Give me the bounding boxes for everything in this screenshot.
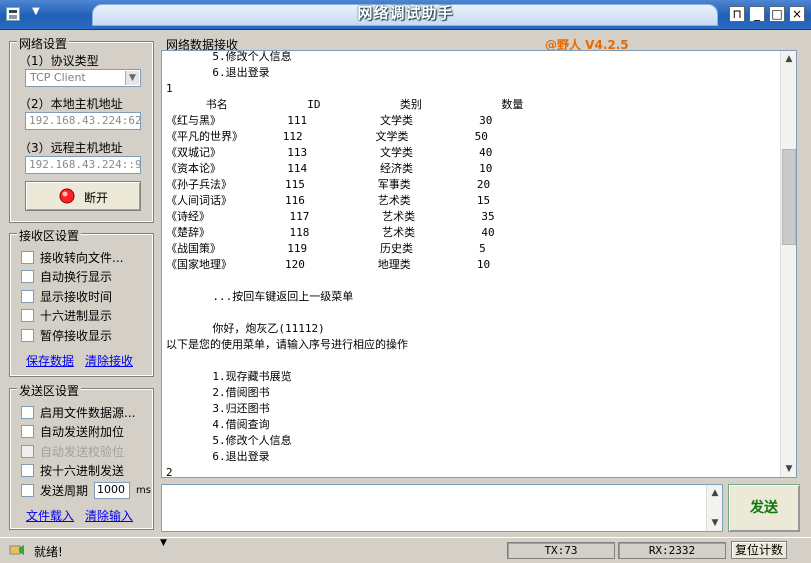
recv-option-pause[interactable]: 暂停接收显示	[21, 327, 112, 344]
period-unit: ms	[136, 485, 151, 496]
checkbox[interactable]	[21, 329, 34, 342]
option-label: 发送周期	[40, 484, 89, 498]
checkbox[interactable]	[21, 464, 34, 477]
checkbox	[21, 445, 34, 458]
status-bar: 就绪! ▼ TX:73 RX:2332 复位计数	[0, 537, 811, 563]
window-title: 网络调试助手	[357, 4, 454, 22]
protocol-value: TCP Client	[30, 71, 86, 84]
send-option-hex[interactable]: 按十六进制发送	[21, 462, 124, 479]
rx-counter: RX:2332	[618, 542, 726, 559]
option-label: 自动发送校验位	[40, 445, 125, 459]
local-address-label: （2）本地主机地址	[19, 97, 123, 111]
period-field[interactable]: 1000	[94, 482, 131, 499]
option-label: 自动换行显示	[40, 270, 113, 284]
checkbox[interactable]	[21, 309, 34, 322]
disconnect-button[interactable]: 断开	[25, 181, 141, 211]
option-label: 启用文件数据源...	[40, 406, 136, 420]
save-data-link[interactable]: 保存数据	[26, 352, 74, 369]
option-label: 显示接收时间	[40, 290, 113, 304]
pin-button[interactable]: ⊓	[729, 6, 745, 22]
protocol-label: （1）协议类型	[19, 54, 99, 68]
send-settings-title: 发送区设置	[17, 382, 82, 399]
option-label: 接收转向文件...	[40, 251, 124, 265]
checkbox[interactable]	[21, 251, 34, 264]
recv-option-to-file[interactable]: 接收转向文件...	[21, 249, 123, 266]
maximize-button[interactable]: □	[769, 6, 785, 22]
send-option-period[interactable]: 发送周期 1000 ms	[21, 482, 151, 499]
status-text: 就绪!	[34, 545, 63, 559]
remote-address-field[interactable]: 192.168.43.224::9700	[25, 156, 141, 174]
recv-option-auto-wrap[interactable]: 自动换行显示	[21, 268, 112, 285]
send-settings-group: 发送区设置 启用文件数据源... 自动发送附加位 自动发送校验位 按十六进制发送…	[9, 382, 154, 530]
chevron-down-icon[interactable]: ▼	[160, 538, 167, 548]
receive-scrollbar[interactable]: ▲ ▼	[780, 51, 796, 477]
option-label: 按十六进制发送	[40, 464, 125, 478]
send-option-checksum: 自动发送校验位	[21, 443, 124, 460]
checkbox[interactable]	[21, 290, 34, 303]
option-label: 自动发送附加位	[40, 425, 125, 439]
tx-counter: TX:73	[507, 542, 615, 559]
connection-status-icon	[59, 188, 75, 204]
send-textarea[interactable]: ▲ ▼	[161, 484, 723, 532]
option-label: 暂停接收显示	[40, 329, 113, 343]
scroll-up-icon[interactable]: ▲	[781, 51, 796, 67]
send-button[interactable]: 发送	[728, 484, 800, 532]
clear-input-link[interactable]: 清除输入	[85, 507, 133, 524]
load-file-link[interactable]: 文件载入	[26, 507, 74, 524]
scroll-thumb[interactable]	[782, 149, 796, 245]
scroll-down-icon[interactable]: ▼	[781, 461, 796, 477]
receive-settings-group: 接收区设置 接收转向文件... 自动换行显示 显示接收时间 十六进制显示 暂停接…	[9, 227, 154, 377]
network-settings-group: 网络设置 （1）协议类型 TCP Client ▼ （2）本地主机地址 192.…	[9, 35, 154, 223]
protocol-select[interactable]: TCP Client ▼	[25, 69, 141, 87]
local-address-field[interactable]: 192.168.43.224:62579	[25, 112, 141, 130]
checkbox[interactable]	[21, 425, 34, 438]
recv-option-show-time[interactable]: 显示接收时间	[21, 288, 112, 305]
receive-textarea[interactable]: 5.修改个人信息 6.退出登录 1 书名 ID 类别 数量 《红与黑》 111 …	[161, 50, 797, 478]
minimize-button[interactable]: _	[749, 6, 765, 22]
option-label: 十六进制显示	[40, 309, 113, 323]
scroll-up-icon[interactable]: ▲	[707, 485, 723, 501]
remote-address-label: （3）远程主机地址	[19, 141, 123, 155]
send-option-append-bit[interactable]: 自动发送附加位	[21, 423, 124, 440]
scroll-down-icon[interactable]: ▼	[707, 515, 723, 531]
receive-settings-title: 接收区设置	[17, 227, 82, 244]
checkbox[interactable]	[21, 270, 34, 283]
clear-receive-link[interactable]: 清除接收	[85, 352, 133, 369]
status-icon	[9, 545, 24, 555]
close-button[interactable]: ×	[789, 6, 805, 22]
send-scrollbar[interactable]: ▲ ▼	[706, 485, 722, 531]
checkbox[interactable]	[21, 406, 34, 419]
network-settings-title: 网络设置	[17, 35, 70, 52]
disconnect-label: 断开	[84, 191, 109, 205]
checkbox[interactable]	[21, 484, 34, 497]
reset-count-button[interactable]: 复位计数	[731, 541, 787, 559]
title-bar: ▼ 网络调试助手 ⊓ _ □ ×	[0, 0, 811, 30]
recv-option-hex[interactable]: 十六进制显示	[21, 307, 112, 324]
send-option-file-source[interactable]: 启用文件数据源...	[21, 404, 135, 421]
receive-text: 5.修改个人信息 6.退出登录 1 书名 ID 类别 数量 《红与黑》 111 …	[166, 50, 524, 478]
chevron-down-icon[interactable]: ▼	[125, 71, 139, 85]
